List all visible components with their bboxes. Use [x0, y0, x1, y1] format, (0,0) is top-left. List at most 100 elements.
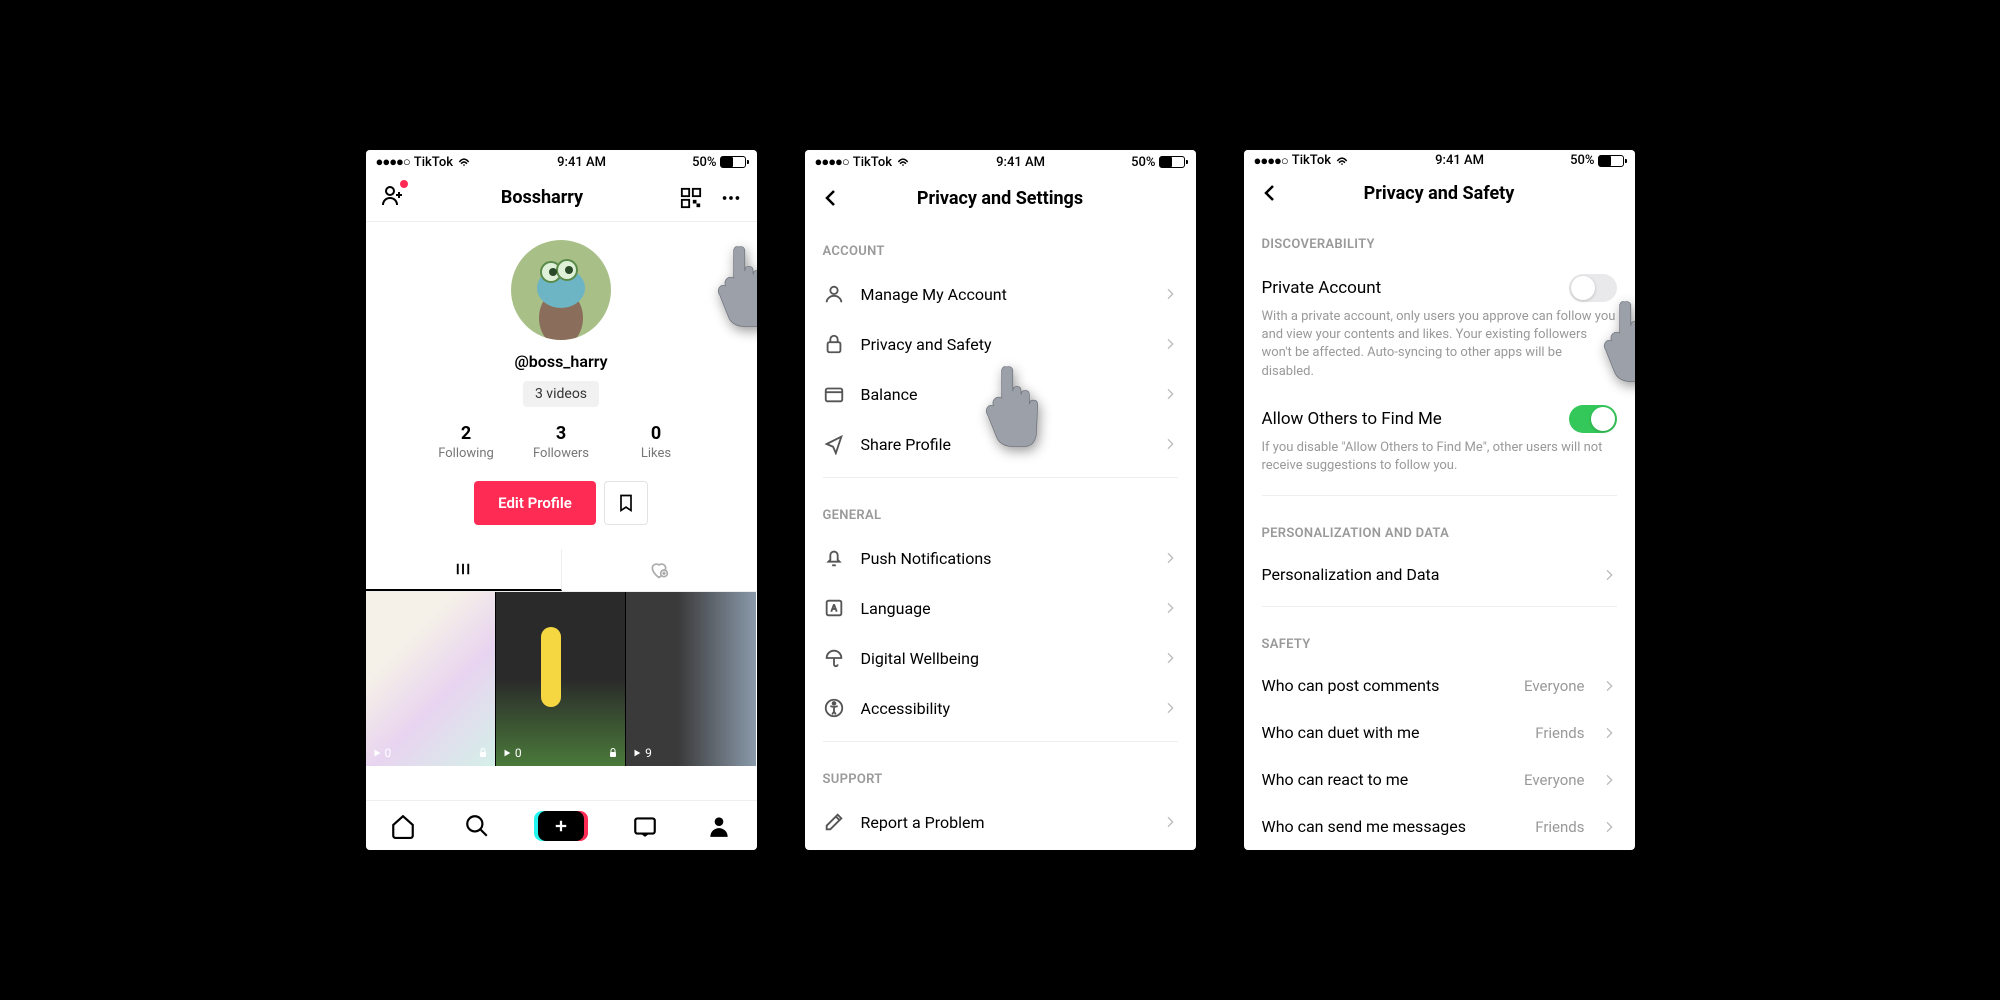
chevron-right-icon [1601, 772, 1617, 788]
section-account: ACCOUNT [805, 222, 1196, 269]
language-icon [823, 597, 845, 619]
section-discoverability: DISCOVERABILITY [1244, 215, 1635, 262]
page-title: Privacy and Safety [1364, 183, 1515, 204]
status-bar: ●●●●○ TikTok 9:41 AM 50% [366, 150, 757, 174]
row-report-problem[interactable]: Report a Problem [805, 797, 1196, 847]
profile-icon [706, 813, 732, 839]
chevron-right-icon [1162, 286, 1178, 302]
accessibility-icon [823, 697, 845, 719]
battery-pct: 50% [692, 155, 716, 170]
likes-stat[interactable]: 0Likes [609, 423, 704, 461]
battery-icon [720, 156, 746, 168]
chevron-right-icon [1162, 386, 1178, 402]
row-who-message[interactable]: Who can send me messagesFriends [1244, 803, 1635, 850]
chevron-right-icon [1162, 550, 1178, 566]
private-account-toggle[interactable] [1569, 274, 1617, 302]
row-private-account: Private Account With a private account, … [1244, 262, 1635, 393]
wifi-icon [1335, 154, 1349, 168]
video-thumb[interactable]: 0 [496, 592, 626, 766]
grid-icon [454, 560, 472, 578]
plus-icon [552, 817, 570, 835]
clock: 9:41 AM [996, 155, 1045, 170]
row-manage-account[interactable]: Manage My Account [805, 269, 1196, 319]
nav-search[interactable] [463, 812, 491, 840]
umbrella-icon [823, 647, 845, 669]
lock-icon [823, 333, 845, 355]
profile-body: @boss_harry 3 videos 2Following 3Followe… [366, 222, 757, 525]
bookmark-button[interactable] [604, 481, 648, 525]
nav-profile[interactable] [705, 812, 733, 840]
divider [823, 477, 1178, 478]
row-privacy-safety[interactable]: Privacy and Safety [805, 319, 1196, 369]
nav-create[interactable] [538, 811, 584, 841]
row-who-duet[interactable]: Who can duet with meFriends [1244, 709, 1635, 756]
video-grid: 0 0 9 [366, 592, 757, 766]
back-button[interactable] [1258, 181, 1282, 205]
section-safety: SAFETY [1244, 615, 1635, 662]
section-support: SUPPORT [805, 750, 1196, 797]
row-who-comment[interactable]: Who can post commentsEveryone [1244, 662, 1635, 709]
phone-settings: ●●●●○TikTok 9:41 AM 50% Privacy and Sett… [805, 150, 1196, 850]
back-button[interactable] [819, 186, 843, 210]
video-count-badge: 3 videos [523, 381, 599, 407]
status-bar: ●●●●○TikTok 9:41 AM 50% [805, 150, 1196, 174]
heart-lock-icon [649, 560, 669, 580]
row-share-profile[interactable]: Share Profile [805, 419, 1196, 469]
row-personalization[interactable]: Personalization and Data [1244, 551, 1635, 598]
followers-stat[interactable]: 3Followers [514, 423, 609, 461]
video-thumb[interactable]: 0 [366, 592, 496, 766]
divider [1262, 606, 1617, 607]
wifi-icon [896, 155, 910, 169]
row-accessibility[interactable]: Accessibility [805, 683, 1196, 733]
phone-privacy: ●●●●○TikTok 9:41 AM 50% Privacy and Safe… [1244, 150, 1635, 850]
avatar-art [511, 240, 611, 340]
nav-inbox[interactable] [631, 812, 659, 840]
avatar[interactable] [511, 240, 611, 340]
chevron-right-icon [1601, 819, 1617, 835]
row-who-react[interactable]: Who can react to meEveryone [1244, 756, 1635, 803]
chevron-right-icon [1162, 814, 1178, 830]
play-icon [632, 748, 642, 758]
wallet-icon [823, 383, 845, 405]
divider [1262, 495, 1617, 496]
find-me-toggle[interactable] [1569, 405, 1617, 433]
lock-icon [607, 747, 619, 759]
chevron-right-icon [1162, 436, 1178, 452]
bell-icon [823, 547, 845, 569]
private-account-desc: With a private account, only users you a… [1262, 308, 1617, 381]
video-thumb[interactable]: 9 [626, 592, 756, 766]
tab-liked[interactable] [562, 549, 757, 591]
row-digital-wellbeing[interactable]: Digital Wellbeing [805, 633, 1196, 683]
row-push-notifications[interactable]: Push Notifications [805, 533, 1196, 583]
find-me-desc: If you disable "Allow Others to Find Me"… [1262, 439, 1617, 475]
battery-icon [1598, 155, 1624, 167]
tab-posts[interactable] [366, 549, 562, 591]
status-bar: ●●●●○TikTok 9:41 AM 50% [1244, 150, 1635, 172]
row-language[interactable]: Language [805, 583, 1196, 633]
nav-home[interactable] [389, 812, 417, 840]
play-icon [372, 748, 382, 758]
settings-nav: Privacy and Settings [805, 174, 1196, 222]
user-icon [823, 283, 845, 305]
section-personalization: PERSONALIZATION AND DATA [1244, 504, 1635, 551]
profile-actions: Edit Profile [474, 481, 648, 525]
bookmark-icon [616, 493, 636, 513]
play-icon [502, 748, 512, 758]
more-icon[interactable] [720, 187, 742, 209]
private-account-label: Private Account [1262, 278, 1382, 298]
qr-icon[interactable] [680, 187, 702, 209]
bottom-nav [366, 800, 757, 850]
clock: 9:41 AM [557, 155, 606, 170]
edit-profile-button[interactable]: Edit Profile [474, 481, 596, 525]
following-stat[interactable]: 2Following [419, 423, 514, 461]
chevron-right-icon [1162, 700, 1178, 716]
profile-nav: Bossharry [366, 174, 757, 222]
chevron-right-icon [1601, 678, 1617, 694]
chevron-right-icon [1162, 336, 1178, 352]
clock: 9:41 AM [1435, 153, 1484, 168]
privacy-nav: Privacy and Safety [1244, 172, 1635, 215]
add-friend-button[interactable] [380, 184, 404, 212]
add-user-icon [380, 184, 404, 208]
row-balance[interactable]: Balance [805, 369, 1196, 419]
notification-dot [400, 180, 408, 188]
